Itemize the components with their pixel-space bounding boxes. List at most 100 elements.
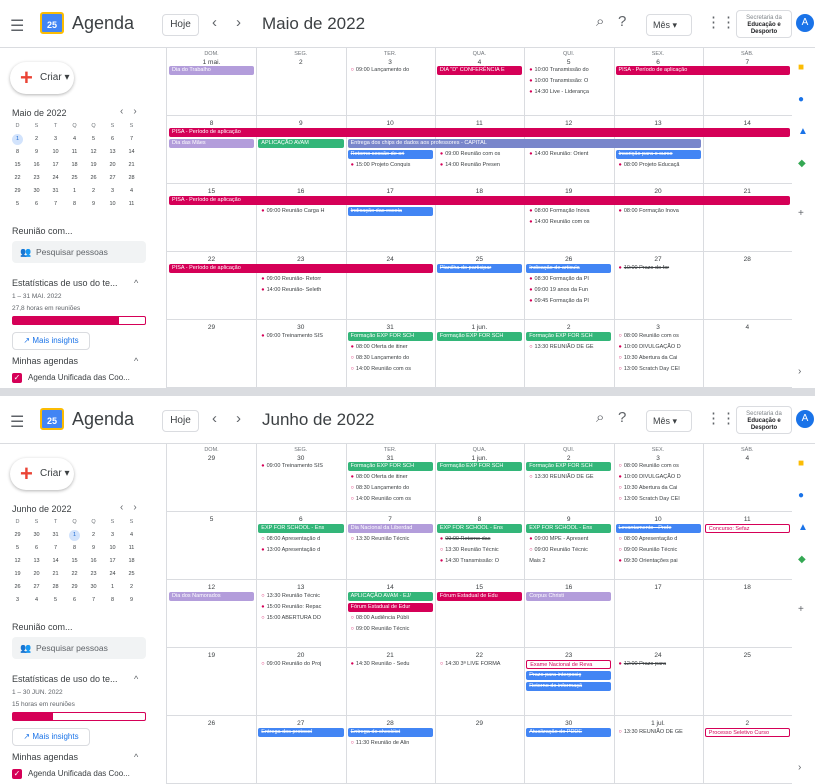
day-number[interactable]: 28 <box>346 720 435 727</box>
mini-day[interactable]: 7 <box>46 542 65 555</box>
calendar-event[interactable]: 09:00 Reunião Técnic <box>616 546 701 555</box>
mini-day[interactable]: 9 <box>84 542 103 555</box>
mini-day[interactable]: 26 <box>8 581 27 594</box>
search-people-input[interactable]: 👥 Pesquisar pessoas <box>12 241 146 263</box>
mini-calendar-nav[interactable]: ‹› <box>120 502 147 513</box>
calendar-event[interactable]: 08:00 Oferta de itiner <box>348 343 433 352</box>
mini-day[interactable]: 11 <box>65 146 84 159</box>
day-number[interactable]: 6 <box>614 59 703 66</box>
mini-day[interactable]: 2 <box>27 133 46 146</box>
mini-day[interactable]: 6 <box>27 198 46 211</box>
mini-day[interactable]: 26 <box>84 172 103 185</box>
calendar-event[interactable]: 14:00 Reunião- Seleth <box>258 286 343 295</box>
calendar-event[interactable]: 09:00 Retorno das <box>437 535 522 544</box>
day-number[interactable]: 1 jun. <box>435 455 524 462</box>
calendar-event[interactable]: Inscrição para o curso <box>615 150 701 159</box>
day-number[interactable]: 14 <box>346 584 435 591</box>
mini-day[interactable]: 14 <box>122 146 141 159</box>
expand-panel-icon[interactable]: › <box>798 762 801 773</box>
calendar-event[interactable]: 14:00 Reunião com os <box>526 218 611 227</box>
day-number[interactable]: 31 <box>346 324 435 331</box>
day-number[interactable]: 15 <box>435 584 524 591</box>
calendar-event[interactable]: Dia dos Namorados <box>169 592 255 601</box>
calendar-event[interactable]: EXP FOR SCHOOL - Ens <box>436 524 523 533</box>
calendar-event[interactable]: Entrega dos protocol <box>258 728 344 737</box>
mini-day[interactable]: 15 <box>65 555 84 568</box>
calendar-event[interactable]: 08:00 Reunião com os <box>616 462 701 471</box>
calendar-event[interactable]: 09:00 Treinamento SIS <box>258 332 343 341</box>
calendar-event[interactable]: 13:30 REUNIÃO DE GE <box>526 343 611 352</box>
day-number[interactable]: 27 <box>256 720 345 727</box>
day-number[interactable]: 16 <box>256 188 345 195</box>
mini-day[interactable]: 5 <box>46 594 65 607</box>
help-icon[interactable]: ? <box>618 13 626 30</box>
day-number[interactable]: 19 <box>524 188 613 195</box>
mini-day[interactable]: 1 <box>65 185 84 198</box>
day-number[interactable]: 1 mai. <box>167 59 256 66</box>
apps-icon[interactable]: ⋮⋮ <box>706 13 736 31</box>
day-number[interactable]: 25 <box>435 256 524 263</box>
calendar-event[interactable]: Indicação de articula <box>526 264 612 273</box>
day-number[interactable]: 3 <box>346 59 435 66</box>
day-number[interactable]: 3 <box>614 455 703 462</box>
day-number[interactable]: 2 <box>256 59 345 66</box>
day-number[interactable]: 31 <box>346 455 435 462</box>
calendar-event[interactable]: Formação EXP FOR SCH <box>436 332 523 341</box>
calendar-event[interactable]: Processo Seletivo Curso <box>704 728 791 737</box>
day-number[interactable]: 21 <box>703 188 792 195</box>
calendar-event[interactable]: PISA - Período de aplicação <box>169 196 791 205</box>
calendar-event[interactable]: 09:00 Reunião com os <box>437 150 522 159</box>
calendar-event[interactable]: 08:00 Projeto Educaçã <box>616 161 701 170</box>
mini-day[interactable]: 1 <box>8 133 27 146</box>
calendar-event[interactable]: Formação EXP FOR SCH <box>436 462 523 471</box>
mini-day[interactable]: 21 <box>46 568 65 581</box>
calendar-event[interactable]: 14:30 Transmissão: O <box>437 557 522 566</box>
calendar-event[interactable]: 09:45 Formação da PI <box>526 297 611 306</box>
day-number[interactable]: 7 <box>703 59 792 66</box>
calendar-checkbox[interactable]: ✓ Agenda Unificada das Coo... <box>12 769 130 779</box>
mini-day[interactable]: 25 <box>65 172 84 185</box>
day-number[interactable]: 7 <box>346 516 435 523</box>
calendar-event[interactable]: APLICAÇÃO AVAM <box>258 139 344 148</box>
search-people-input[interactable]: 👥 Pesquisar pessoas <box>12 637 146 659</box>
mini-day[interactable]: 12 <box>84 146 103 159</box>
mini-day[interactable]: 6 <box>27 542 46 555</box>
calendar-event[interactable]: 08:00 Oferta de itiner <box>348 473 433 482</box>
calendar-event[interactable]: 10:00 DIVULGAÇÃO D <box>616 473 701 482</box>
day-number[interactable]: 22 <box>435 652 524 659</box>
day-number[interactable]: 28 <box>703 256 792 263</box>
mini-day[interactable]: 23 <box>84 568 103 581</box>
day-number[interactable]: 6 <box>256 516 345 523</box>
expand-panel-icon[interactable]: › <box>798 366 801 377</box>
mini-day[interactable]: 3 <box>46 133 65 146</box>
calendar-event[interactable]: 15:00 ABERTURA DO <box>258 614 343 623</box>
mini-day[interactable]: 8 <box>103 594 122 607</box>
mini-day[interactable]: 18 <box>122 555 141 568</box>
calendar-event[interactable]: Corpus Christi <box>526 592 612 601</box>
mini-day[interactable]: 31 <box>46 529 65 542</box>
day-number[interactable]: 2 <box>524 455 613 462</box>
mini-day[interactable]: 5 <box>8 542 27 555</box>
menu-icon[interactable]: ☰ <box>10 412 24 432</box>
calendar-event[interactable]: Formação EXP FOR SCH <box>347 332 433 341</box>
mini-day[interactable]: 4 <box>27 594 46 607</box>
stats-title[interactable]: Estatísticas de uso do te... <box>12 674 118 684</box>
view-select[interactable]: Mês ▾ <box>646 410 692 432</box>
day-number[interactable]: 26 <box>167 720 256 727</box>
search-icon[interactable]: ⌕ <box>596 409 604 426</box>
day-number[interactable]: 22 <box>167 256 256 263</box>
add-addon-icon[interactable]: + <box>798 604 804 615</box>
calendar-event[interactable]: Formação EXP FOR SCH <box>526 332 612 341</box>
prev-month-button[interactable]: ‹ <box>212 14 217 31</box>
calendar-event[interactable]: 14:00 Reunião Presen <box>437 161 522 170</box>
day-number[interactable]: 23 <box>524 652 613 659</box>
day-number[interactable]: 24 <box>614 652 703 659</box>
next-month-button[interactable]: › <box>236 410 241 427</box>
day-number[interactable]: 20 <box>256 652 345 659</box>
calendar-event[interactable]: Fórum Estadual de Edur <box>347 603 433 612</box>
org-badge[interactable]: Secretaria da Educação e Desporto <box>736 10 792 38</box>
mini-day[interactable]: 8 <box>65 198 84 211</box>
mini-day[interactable]: 18 <box>65 159 84 172</box>
chevron-up-icon[interactable]: ^ <box>134 752 138 762</box>
calendar-event[interactable]: 08:30 Lançamento do <box>348 354 433 363</box>
